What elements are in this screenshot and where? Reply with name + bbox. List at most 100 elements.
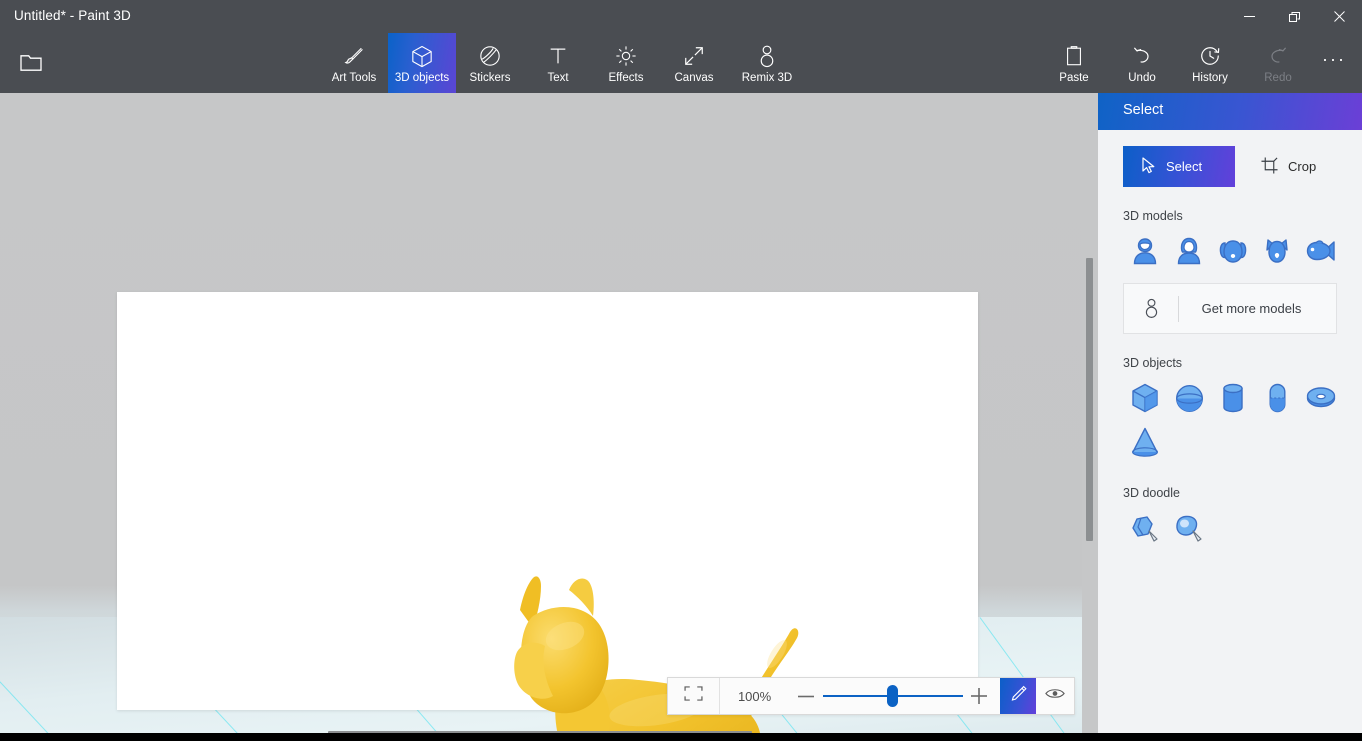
paint3d-window: Untitled* - Paint 3D (0, 0, 1362, 741)
pencil-icon (1009, 684, 1028, 708)
3d-models-grid (1098, 223, 1362, 273)
history-icon (1199, 43, 1221, 69)
soft-doodle-icon (1174, 514, 1204, 542)
fit-to-screen-icon (684, 686, 703, 706)
title-bar: Untitled* - Paint 3D (0, 0, 1362, 33)
tab-text-label: Text (547, 72, 568, 84)
cat-3d-model[interactable] (507, 572, 837, 741)
3d-doodle-grid (1098, 500, 1362, 550)
select-tool-button[interactable]: Select (1123, 146, 1235, 187)
tab-remix-3d[interactable]: Remix 3D (728, 33, 806, 93)
zoom-out-button[interactable] (789, 678, 823, 714)
get-more-models-label: Get more models (1179, 301, 1336, 316)
model-cat[interactable] (1255, 229, 1299, 273)
model-fish[interactable] (1299, 229, 1343, 273)
panel-title: Select (1123, 102, 1163, 118)
tab-canvas-label: Canvas (675, 72, 714, 84)
text-icon (547, 43, 569, 69)
tab-3d-objects[interactable]: 3D objects (388, 33, 456, 93)
section-title-3d-models: 3D models (1098, 209, 1362, 223)
cube-shape-icon (1131, 383, 1159, 413)
undo-button[interactable]: Undo (1108, 33, 1176, 93)
doodle-soft-edge[interactable] (1167, 506, 1211, 550)
minimize-button[interactable] (1227, 0, 1272, 33)
crop-tool-button[interactable]: Crop (1243, 146, 1334, 187)
undo-label: Undo (1128, 72, 1156, 84)
section-title-3d-doodle: 3D doodle (1098, 486, 1362, 500)
window-title: Untitled* - Paint 3D (14, 8, 131, 23)
expand-icon (683, 43, 705, 69)
sticker-icon (479, 43, 501, 69)
undo-icon (1131, 43, 1153, 69)
object-cylinder[interactable] (1211, 376, 1255, 420)
workspace[interactable] (0, 93, 1098, 741)
history-label: History (1192, 72, 1228, 84)
zoom-toolbar: 100% (667, 677, 1075, 715)
tab-3d-objects-label: 3D objects (395, 72, 449, 84)
more-options-button[interactable]: ··· (1312, 33, 1356, 93)
sharp-doodle-icon (1130, 514, 1160, 542)
brush-icon (343, 43, 365, 69)
model-dog[interactable] (1211, 229, 1255, 273)
zoom-slider[interactable] (823, 678, 962, 714)
show-hide-button[interactable] (1036, 678, 1074, 714)
tab-art-tools[interactable]: Art Tools (320, 33, 388, 93)
panel-header: Select (1098, 93, 1362, 130)
tab-text[interactable]: Text (524, 33, 592, 93)
cat-model-icon (1263, 237, 1291, 265)
cone-shape-icon (1131, 427, 1159, 457)
redo-icon (1267, 43, 1289, 69)
fish-model-icon (1306, 239, 1336, 263)
history-button[interactable]: History (1176, 33, 1244, 93)
model-woman[interactable] (1167, 229, 1211, 273)
paste-button[interactable]: Paste (1040, 33, 1108, 93)
zoom-in-button[interactable] (963, 678, 997, 714)
clipboard-icon (1064, 43, 1084, 69)
tab-canvas[interactable]: Canvas (660, 33, 728, 93)
model-man[interactable] (1123, 229, 1167, 273)
tab-stickers[interactable]: Stickers (456, 33, 524, 93)
menu-button[interactable] (8, 41, 54, 85)
object-sphere[interactable] (1167, 376, 1211, 420)
tab-effects-label: Effects (609, 72, 644, 84)
sun-icon (615, 43, 637, 69)
zoom-percent-label: 100% (720, 689, 790, 704)
cube-icon (411, 43, 433, 69)
object-cube[interactable] (1123, 376, 1167, 420)
tab-effects[interactable]: Effects (592, 33, 660, 93)
canvas-sheet[interactable] (117, 292, 978, 710)
select-tool-label: Select (1166, 159, 1202, 174)
cylinder-shape-icon (1222, 383, 1244, 413)
woman-model-icon (1174, 236, 1204, 266)
object-capsule[interactable] (1255, 376, 1299, 420)
vertical-scrollbar[interactable] (1082, 93, 1098, 741)
close-button[interactable] (1317, 0, 1362, 33)
man-model-icon (1130, 236, 1160, 266)
redo-label: Redo (1264, 72, 1292, 84)
ribbon-toolbar: Art Tools 3D objects S (0, 33, 1362, 93)
get-more-models-button[interactable]: Get more models (1123, 283, 1337, 334)
right-panel: Select Select Crop (1098, 93, 1362, 741)
crop-icon (1261, 157, 1278, 177)
window-controls (1227, 0, 1362, 33)
object-cone[interactable] (1123, 420, 1167, 464)
cursor-icon (1141, 157, 1156, 177)
redo-button: Redo (1244, 33, 1312, 93)
restore-button[interactable] (1272, 0, 1317, 33)
tab-remix-3d-label: Remix 3D (742, 72, 792, 84)
doodle-sharp-edge[interactable] (1123, 506, 1167, 550)
object-torus[interactable] (1299, 376, 1343, 420)
ribbon-actions: Paste Undo (1040, 33, 1356, 93)
sphere-shape-icon (1175, 384, 1204, 413)
vertical-scrollbar-thumb[interactable] (1086, 258, 1093, 541)
eye-icon (1045, 687, 1065, 705)
zoom-slider-thumb[interactable] (887, 685, 898, 707)
section-title-3d-objects: 3D objects (1098, 356, 1362, 370)
fit-to-screen-button[interactable] (668, 678, 720, 714)
remix3d-icon (1124, 298, 1178, 319)
tab-art-tools-label: Art Tools (332, 72, 377, 84)
paste-label: Paste (1059, 72, 1088, 84)
capsule-shape-icon (1269, 383, 1286, 413)
tab-stickers-label: Stickers (470, 72, 511, 84)
draw-mode-button[interactable] (1000, 678, 1036, 714)
